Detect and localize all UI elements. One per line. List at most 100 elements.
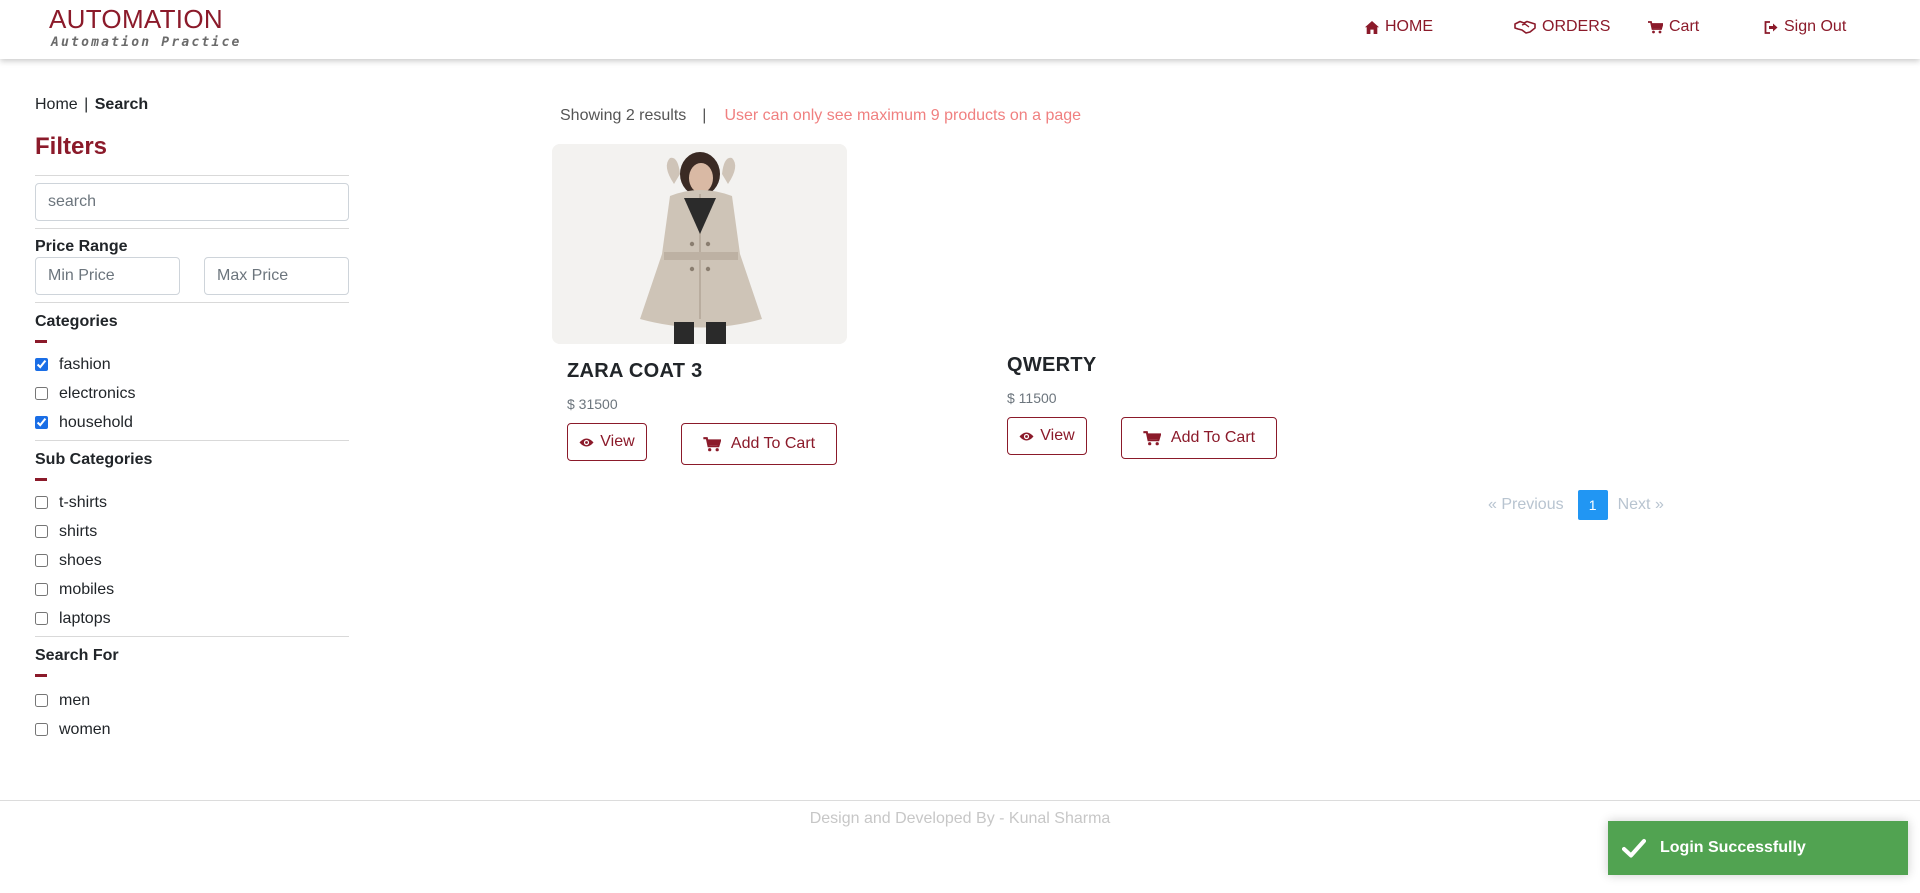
subcategory-mobiles-checkbox[interactable]	[35, 583, 48, 596]
divider	[35, 636, 349, 637]
nav-orders-label: ORDERS	[1542, 18, 1611, 35]
category-fashion[interactable]: fashion	[35, 350, 349, 379]
subcategory-label: shoes	[59, 551, 102, 569]
max-price-input[interactable]	[204, 257, 349, 295]
divider	[35, 175, 349, 176]
breadcrumb: Home | Search	[35, 96, 349, 118]
nav-cart-button[interactable]: Cart	[1648, 18, 1699, 36]
add-to-cart-button[interactable]: Add To Cart	[1121, 417, 1277, 459]
product-name[interactable]: QWERTY	[1007, 354, 1097, 377]
categories-underline	[35, 340, 47, 343]
toast-message: Login Successfully	[1660, 839, 1806, 856]
sign-out-icon	[1764, 20, 1778, 34]
product-name[interactable]: ZARA COAT 3	[567, 360, 703, 383]
results-separator: |	[702, 107, 707, 124]
search-for-option-label: men	[59, 691, 91, 709]
sub-categories-list: t-shirts shirts shoes mobiles laptops	[35, 488, 349, 633]
pagination-page-current[interactable]: 1	[1577, 490, 1608, 520]
nav-links: HOME ORDERS Cart Sign Out	[0, 18, 1920, 40]
nav-home-button[interactable]: HOME	[1365, 18, 1433, 36]
footer-divider	[0, 800, 1920, 801]
nav-signout-label: Sign Out	[1784, 18, 1847, 35]
divider	[35, 440, 349, 441]
pagination-next[interactable]: Next »	[1618, 496, 1664, 514]
view-button[interactable]: View	[567, 423, 647, 461]
breadcrumb-separator: |	[84, 96, 89, 113]
view-button-label: View	[600, 433, 635, 450]
nav-cart-label: Cart	[1669, 18, 1700, 35]
search-for-men-checkbox[interactable]	[35, 694, 48, 707]
top-navbar: AUTOMATION Automation Practice HOME ORDE…	[0, 0, 1920, 59]
product-image[interactable]	[552, 144, 847, 344]
view-button[interactable]: View	[1007, 417, 1087, 455]
subcategory-laptops-checkbox[interactable]	[35, 612, 48, 625]
product-price: $ 31500	[567, 396, 618, 412]
subcategory-shoes-checkbox[interactable]	[35, 554, 48, 567]
results-bar: Showing 2 results | User can only see ma…	[560, 107, 1081, 125]
search-for-women[interactable]: women	[35, 715, 349, 744]
category-electronics-checkbox[interactable]	[35, 387, 48, 400]
search-for-label: Search For	[35, 647, 119, 664]
category-label: electronics	[59, 384, 136, 402]
eye-icon	[579, 438, 594, 446]
search-for-underline	[35, 674, 47, 677]
sub-categories-label: Sub Categories	[35, 451, 153, 468]
add-to-cart-button[interactable]: Add To Cart	[681, 423, 837, 465]
categories-list: fashion electronics household	[35, 350, 349, 437]
sub-categories-underline	[35, 478, 47, 481]
handshake-icon	[1514, 20, 1536, 34]
eye-icon	[1019, 432, 1034, 440]
breadcrumb-current: Search	[94, 96, 149, 113]
pagination: « Previous 1 Next »	[1488, 490, 1664, 520]
filters-sidebar: Home | Search Filters Price Range Catego…	[35, 96, 349, 744]
subcategory-mobiles[interactable]: mobiles	[35, 575, 349, 604]
search-for-option-label: women	[59, 720, 111, 738]
price-range-label: Price Range	[35, 238, 128, 255]
subcategory-t-shirts-checkbox[interactable]	[35, 496, 48, 509]
min-price-input[interactable]	[35, 257, 180, 295]
subcategory-shirts[interactable]: shirts	[35, 517, 349, 546]
category-fashion-checkbox[interactable]	[35, 358, 48, 371]
product-price: $ 11500	[1007, 390, 1057, 406]
category-electronics[interactable]: electronics	[35, 379, 349, 408]
divider	[35, 302, 349, 303]
search-for-men[interactable]: men	[35, 686, 349, 715]
product-image-placeholder[interactable]	[992, 144, 1287, 344]
nav-home-label: HOME	[1385, 18, 1433, 35]
product-card: QWERTY $ 11500 View Add To Cart	[992, 144, 1287, 474]
login-success-toast[interactable]: Login Successfully	[1608, 821, 1908, 875]
product-card: ZARA COAT 3 $ 31500 View Add To Cart	[552, 144, 847, 474]
category-label: fashion	[59, 355, 111, 373]
nav-orders-button[interactable]: ORDERS	[1514, 18, 1610, 36]
subcategory-label: mobiles	[59, 580, 115, 598]
filters-title: Filters	[35, 133, 108, 160]
category-household-checkbox[interactable]	[35, 416, 48, 429]
subcategory-laptops[interactable]: laptops	[35, 604, 349, 633]
add-to-cart-label: Add To Cart	[730, 435, 816, 452]
subcategory-shirts-checkbox[interactable]	[35, 525, 48, 538]
pagination-previous[interactable]: « Previous	[1488, 496, 1564, 514]
category-label: household	[59, 413, 133, 431]
subcategory-label: laptops	[59, 609, 111, 627]
price-range-row	[35, 257, 349, 295]
coat-image	[552, 144, 847, 344]
subcategory-t-shirts[interactable]: t-shirts	[35, 488, 349, 517]
cart-icon	[1143, 430, 1161, 445]
subcategory-shoes[interactable]: shoes	[35, 546, 349, 575]
nav-signout-button[interactable]: Sign Out	[1764, 18, 1846, 36]
results-count: Showing 2 results	[560, 107, 687, 124]
categories-label: Categories	[35, 313, 118, 330]
add-to-cart-label: Add To Cart	[1170, 429, 1256, 446]
subcategory-label: shirts	[59, 522, 98, 540]
results-limit-notice: User can only see maximum 9 products on …	[724, 107, 1082, 124]
breadcrumb-home[interactable]: Home	[35, 96, 78, 113]
cart-icon	[703, 436, 721, 451]
checkmark-icon	[1622, 839, 1646, 858]
category-household[interactable]: household	[35, 408, 349, 437]
search-input[interactable]	[35, 183, 349, 221]
divider	[35, 228, 349, 229]
view-button-label: View	[1040, 427, 1075, 444]
search-for-list: men women	[35, 686, 349, 744]
subcategory-label: t-shirts	[59, 493, 107, 511]
search-for-women-checkbox[interactable]	[35, 723, 48, 736]
